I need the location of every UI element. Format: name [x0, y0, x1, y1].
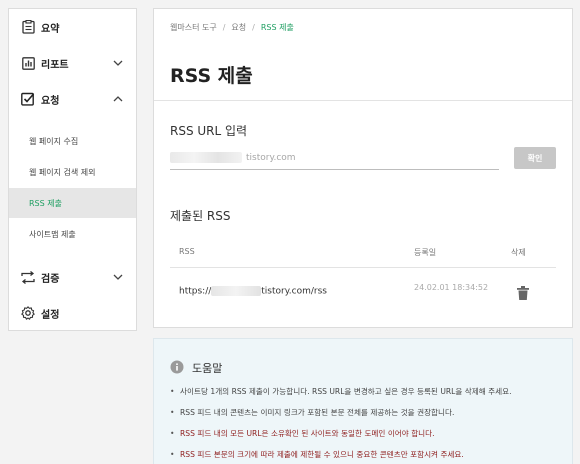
sidebar-item-label: 요약 [41, 23, 60, 35]
breadcrumb-separator: / [222, 23, 226, 32]
chevron-down-icon [112, 57, 124, 69]
help-list: 사이트당 1개의 RSS 제출이 가능합니다. RSS URL을 변경하고 싶은… [170, 387, 570, 464]
rss-url-prefix: https:// [179, 286, 212, 297]
request-checkbox-icon [21, 92, 35, 106]
sidebar: 요약 리포트 요청 웹 페이지 수집 웹 페이지 검색 제외 RSS 제출 사이… [8, 8, 137, 331]
sidebar-item-request[interactable]: 요청 [9, 81, 136, 117]
submitted-rss-title: 제출된 RSS [170, 209, 231, 223]
report-icon [21, 56, 35, 70]
table-row-date: 24.02.01 18:34:52 [414, 283, 489, 292]
redacted-domain [170, 152, 242, 163]
column-header-date: 등록일 [414, 248, 437, 257]
info-icon [170, 359, 184, 374]
sidebar-item-summary[interactable]: 요약 [9, 9, 136, 45]
help-item: 사이트당 1개의 RSS 제출이 가능합니다. RSS URL을 변경하고 싶은… [170, 387, 570, 408]
sidebar-item-label: 검증 [41, 273, 60, 285]
confirm-button[interactable]: 확인 [514, 147, 556, 169]
sidebar-subitem-label: 웹 페이지 검색 제외 [29, 167, 96, 177]
redacted-domain [211, 286, 262, 296]
sidebar-item-settings[interactable]: 설정 [9, 295, 136, 331]
sidebar-subitem-label: RSS 제출 [29, 198, 62, 208]
sidebar-item-label: 리포트 [41, 59, 69, 71]
table-row-rss-url: https:// tistory.com/rss [179, 286, 327, 297]
settings-gear-icon [21, 306, 35, 320]
page-header: 웹마스터 도구 / 요청 / RSS 제출 RSS 제출 [154, 9, 572, 101]
page-title: RSS 제출 [170, 65, 253, 87]
sidebar-subitem-sitemap-submit[interactable]: 사이트맵 제출 [9, 219, 136, 249]
help-item-warning: RSS 피드 본문의 크기에 따라 제출에 제한될 수 있으니 중요한 콘텐츠만… [170, 450, 570, 464]
sidebar-item-label: 설정 [41, 309, 60, 321]
help-panel: 도움말 사이트당 1개의 RSS 제출이 가능합니다. RSS URL을 변경하… [153, 338, 573, 464]
sidebar-subitem-search-exclude[interactable]: 웹 페이지 검색 제외 [9, 157, 136, 187]
rss-url-input-title: RSS URL 입력 [170, 124, 248, 138]
column-header-rss: RSS [179, 247, 195, 256]
help-item: RSS 피드 내의 콘텐츠는 이미지 링크가 포함된 본문 전체를 제공하는 것… [170, 408, 570, 429]
sidebar-subitem-label: 사이트맵 제출 [29, 229, 76, 239]
verify-icon [21, 270, 35, 284]
chevron-down-icon [112, 271, 124, 283]
sidebar-item-report[interactable]: 리포트 [9, 45, 136, 81]
chevron-up-icon [112, 93, 124, 105]
breadcrumb-item-webmaster-tools[interactable]: 웹마스터 도구 [170, 23, 217, 32]
summary-icon [21, 20, 35, 34]
sidebar-item-label: 요청 [41, 95, 60, 107]
sidebar-subitem-rss-submit[interactable]: RSS 제출 [9, 188, 136, 218]
sidebar-subitem-web-page-collect[interactable]: 웹 페이지 수집 [9, 126, 136, 156]
breadcrumb-item-request[interactable]: 요청 [231, 23, 246, 32]
sidebar-subitem-label: 웹 페이지 수집 [29, 136, 79, 146]
help-title: 도움말 [192, 362, 223, 375]
rss-url-suffix: tistory.com/rss [261, 286, 327, 297]
table-divider [170, 267, 556, 268]
main-panel: 웹마스터 도구 / 요청 / RSS 제출 RSS 제출 RSS URL 입력 확인 제… [153, 8, 573, 328]
sidebar-item-verify[interactable]: 검증 [9, 259, 136, 295]
column-header-delete: 삭제 [511, 248, 526, 257]
help-item-warning: RSS 피드 내의 모든 URL은 소유확인 된 사이트와 동일한 도메인 이어… [170, 429, 570, 450]
breadcrumb: 웹마스터 도구 / 요청 / RSS 제출 [170, 22, 294, 33]
breadcrumb-separator: / [252, 23, 255, 32]
breadcrumb-item-current: RSS 제출 [260, 23, 294, 32]
delete-trash-icon[interactable] [516, 285, 530, 301]
